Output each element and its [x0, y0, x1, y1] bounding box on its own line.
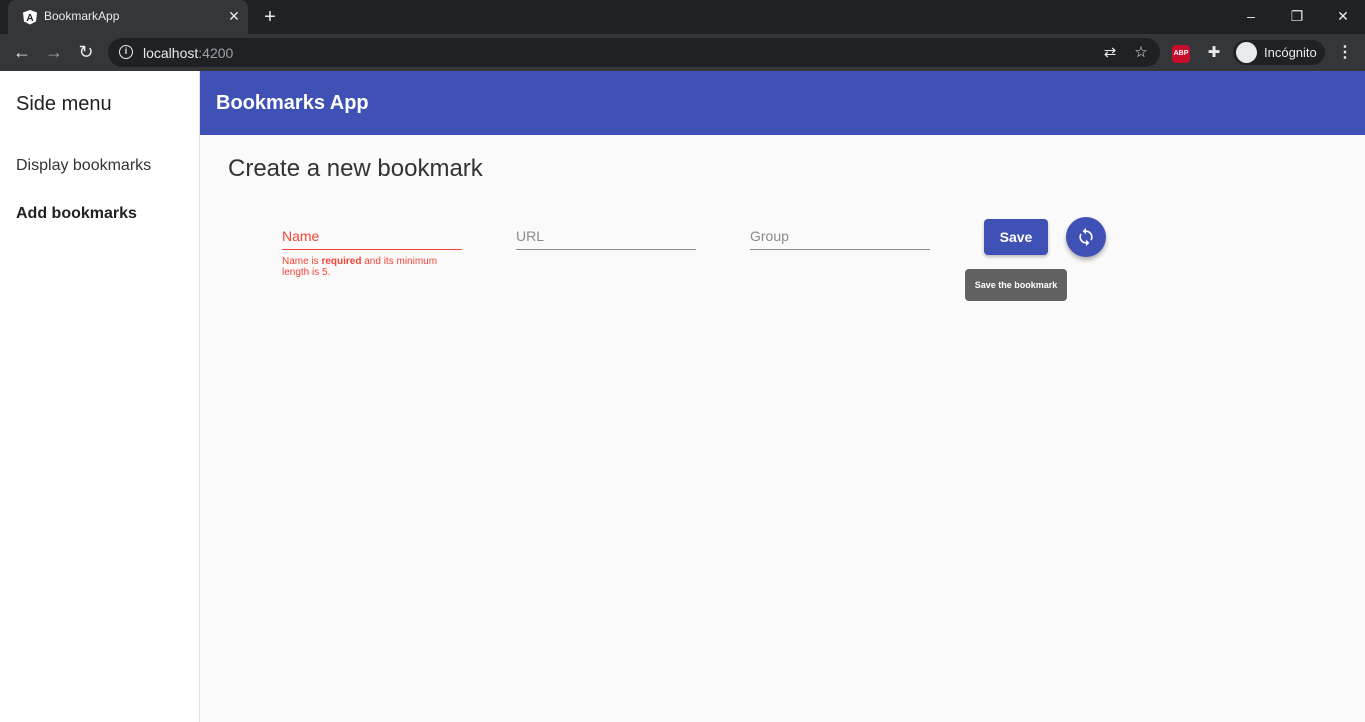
incognito-profile-button[interactable]: Incógnito [1233, 40, 1325, 65]
browser-toolbar: ← → ↻ i localhost:4200 ⇄ ☆ ABP ✚ Incógni… [0, 34, 1365, 71]
close-window-icon[interactable]: ✕ [1332, 5, 1354, 27]
name-field[interactable]: Name [282, 228, 462, 250]
browser-menu-icon[interactable]: ⋮ [1334, 42, 1356, 64]
save-button[interactable]: Save [984, 219, 1048, 255]
sidebar-item-add-bookmarks[interactable]: Add bookmarks [16, 205, 137, 223]
side-menu: Side menu Display bookmarks Add bookmark… [0, 71, 200, 722]
browser-tab[interactable]: A BookmarkApp ✕ [8, 0, 248, 34]
new-tab-button[interactable]: + [260, 6, 280, 28]
url-field[interactable]: URL [516, 228, 696, 250]
bookmark-star-icon[interactable]: ☆ [1131, 43, 1151, 63]
angular-favicon-icon: A [23, 10, 37, 25]
back-icon[interactable]: ← [11, 41, 33, 63]
svg-text:A: A [26, 13, 33, 24]
adblock-plus-icon[interactable]: ABP [1172, 45, 1190, 63]
app-title: Bookmarks App [216, 92, 369, 114]
url-text: localhost:4200 [143, 45, 234, 61]
minimize-icon[interactable]: – [1240, 5, 1262, 27]
profile-label: Incógnito [1264, 45, 1317, 60]
tab-title: BookmarkApp [44, 9, 120, 23]
url-field-label: URL [516, 228, 545, 244]
forward-icon[interactable]: → [43, 41, 65, 63]
incognito-icon [1236, 42, 1257, 63]
tab-close-icon[interactable]: ✕ [226, 8, 242, 24]
extensions-icon[interactable]: ✚ [1203, 42, 1225, 64]
app-toolbar: Bookmarks App [200, 71, 1365, 135]
group-field-label: Group [750, 228, 789, 244]
save-tooltip: Save the bookmark [965, 269, 1067, 301]
name-error-message: Name is required and its minimum length … [282, 256, 438, 278]
group-field[interactable]: Group [750, 228, 930, 250]
reload-icon[interactable]: ↻ [75, 41, 97, 63]
address-bar[interactable]: i localhost:4200 ⇄ ☆ [108, 38, 1160, 67]
refresh-icon [1079, 227, 1093, 247]
browser-tab-strip: A BookmarkApp ✕ + – ❐ ✕ [0, 0, 1365, 34]
sidebar-item-display-bookmarks[interactable]: Display bookmarks [16, 157, 151, 175]
page-title: Create a new bookmark [228, 155, 483, 182]
refresh-button[interactable] [1066, 217, 1106, 257]
name-field-label: Name [282, 228, 320, 244]
translate-icon[interactable]: ⇄ [1100, 43, 1120, 63]
restore-icon[interactable]: ❐ [1286, 5, 1308, 27]
site-info-icon[interactable]: i [119, 45, 133, 59]
side-menu-title: Side menu [16, 93, 112, 115]
main-content: Create a new bookmark Name Name is requi… [200, 135, 1365, 722]
